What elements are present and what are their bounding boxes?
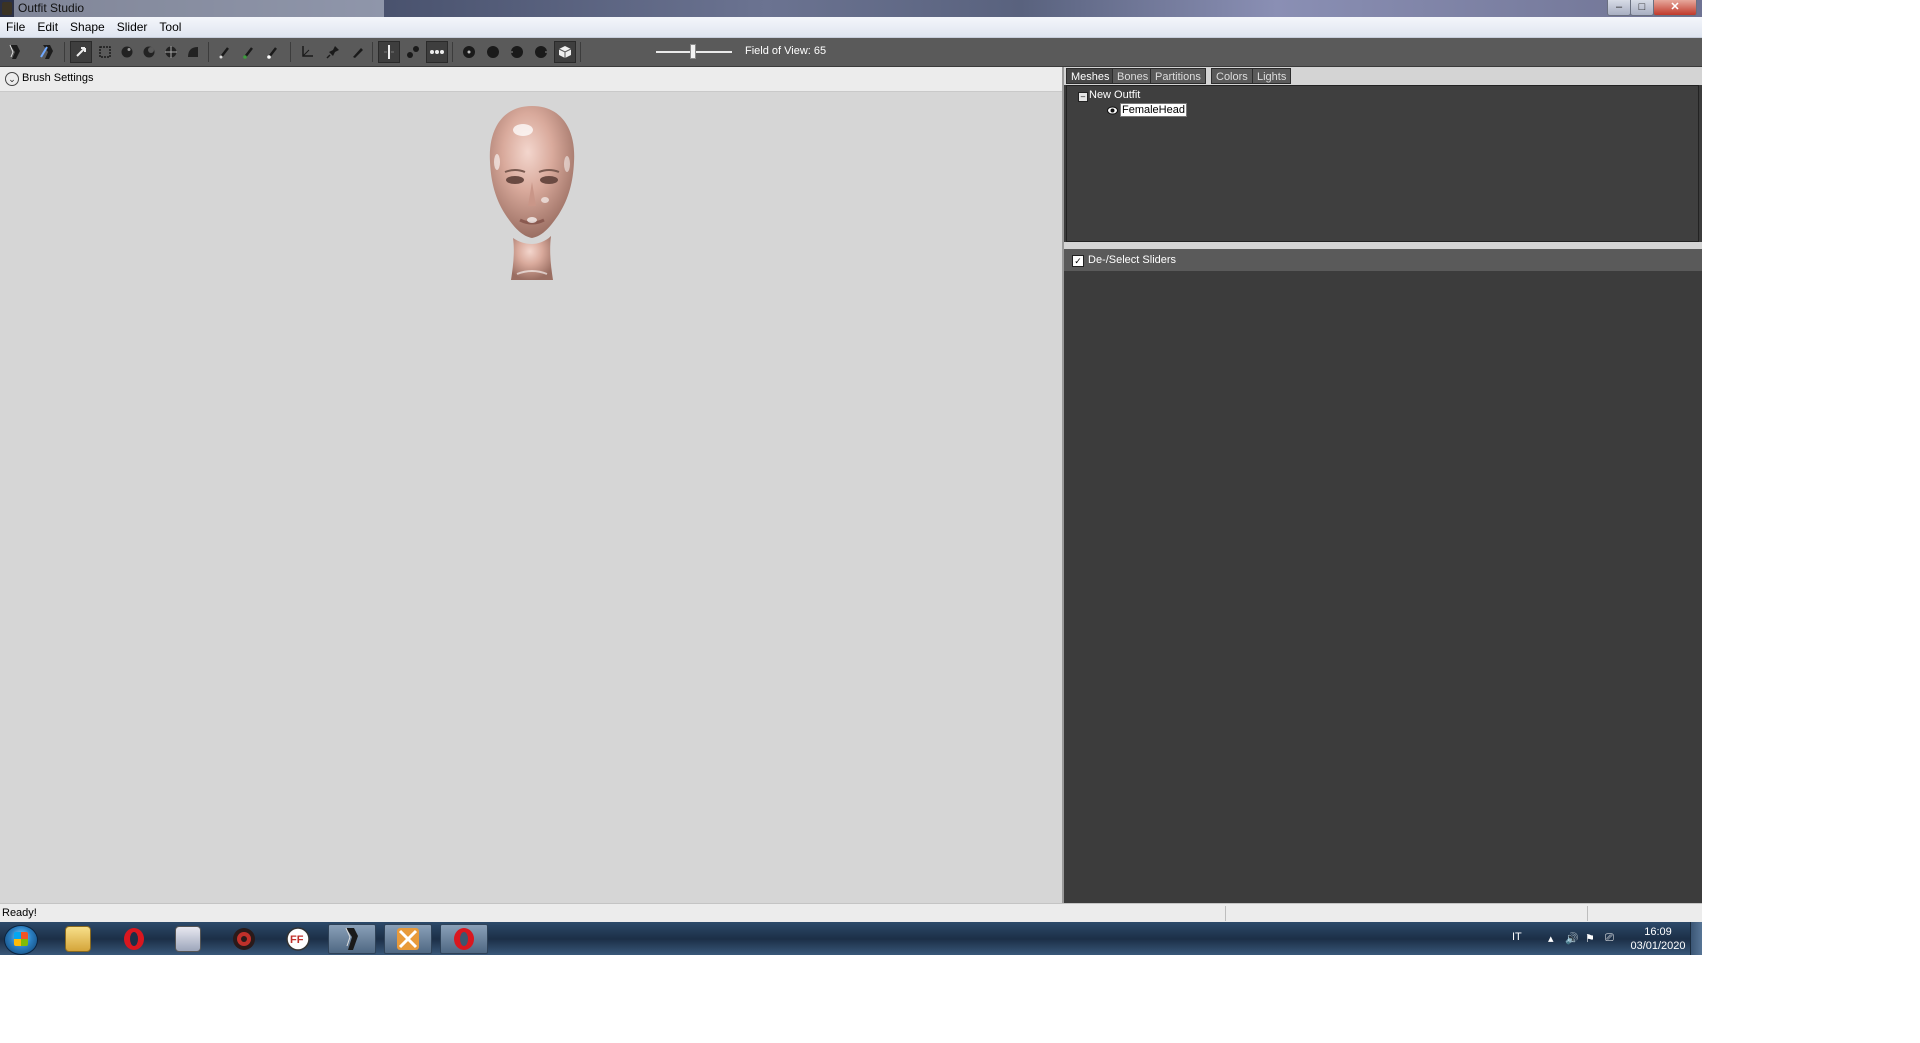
ffdec-icon[interactable]: FF bbox=[274, 924, 322, 954]
arrow-select-icon[interactable] bbox=[70, 41, 92, 63]
toolbar-separator bbox=[372, 42, 373, 62]
toolbar-separator bbox=[208, 42, 209, 62]
status-separator bbox=[1225, 906, 1226, 921]
windows-logo-icon bbox=[14, 932, 28, 946]
slider-header: ✓ De-/Select Sliders bbox=[1064, 249, 1702, 271]
edge-icon[interactable] bbox=[296, 41, 318, 63]
window-title: Outfit Studio bbox=[18, 1, 85, 15]
app-icon bbox=[2, 2, 12, 15]
menu-bar: File Edit Shape Slider Tool bbox=[0, 17, 1702, 38]
eye-icon[interactable] bbox=[1107, 105, 1118, 116]
panel-divider[interactable] bbox=[1064, 242, 1702, 249]
menu-file[interactable]: File bbox=[0, 17, 31, 37]
inflate-icon[interactable] bbox=[116, 41, 138, 63]
tray-language[interactable]: IT bbox=[1512, 931, 1522, 943]
female-head-model[interactable] bbox=[475, 102, 590, 282]
pin-icon[interactable] bbox=[322, 41, 344, 63]
select-icon[interactable] bbox=[4, 41, 26, 63]
tab-meshes[interactable]: Meshes bbox=[1066, 68, 1115, 84]
right-panel: Meshes Bones Partitions Colors Lights – … bbox=[1064, 67, 1702, 903]
3d-viewport[interactable]: ⌄ Brush Settings bbox=[0, 67, 1062, 903]
opera-red-icon[interactable] bbox=[440, 924, 488, 954]
toolbar-separator bbox=[290, 42, 291, 62]
tray-arrow-icon[interactable]: ▴ bbox=[1548, 932, 1554, 945]
show-desktop-button[interactable] bbox=[1690, 922, 1702, 955]
vortex-icon[interactable] bbox=[384, 924, 432, 954]
opera-icon[interactable] bbox=[110, 924, 158, 954]
fov-slider-thumb[interactable] bbox=[690, 44, 696, 59]
deselect-sliders-label[interactable]: De-/Select Sliders bbox=[1088, 254, 1176, 266]
outfit-studio-icon[interactable] bbox=[328, 924, 376, 954]
tab-lights[interactable]: Lights bbox=[1252, 68, 1292, 84]
menu-tool[interactable]: Tool bbox=[153, 17, 187, 37]
tab-colors[interactable]: Colors bbox=[1211, 68, 1253, 84]
tree-item-femalehead[interactable]: FemaleHead bbox=[1120, 103, 1187, 117]
tab-bones[interactable]: Bones bbox=[1112, 68, 1154, 84]
weight-paint-icon[interactable] bbox=[238, 41, 260, 63]
explorer-icon[interactable] bbox=[54, 924, 102, 954]
points-icon[interactable] bbox=[426, 41, 448, 63]
brush-icon[interactable] bbox=[214, 41, 236, 63]
status-text: Ready! bbox=[2, 907, 37, 919]
status-bar: Ready! bbox=[0, 903, 1702, 923]
panel-tabs: Meshes Bones Partitions Colors Lights bbox=[1064, 67, 1702, 85]
close-button[interactable]: ✕ bbox=[1653, 0, 1697, 16]
network-icon[interactable]: ⎚ bbox=[1605, 932, 1614, 945]
mask-icon[interactable] bbox=[94, 41, 116, 63]
toolbar-separator bbox=[452, 42, 453, 62]
menu-shape[interactable]: Shape bbox=[64, 17, 111, 37]
minimize-button[interactable]: – bbox=[1607, 0, 1631, 16]
clock-date[interactable]: 03/01/2020 bbox=[1622, 940, 1694, 952]
sphere2-icon[interactable] bbox=[482, 41, 504, 63]
move-icon[interactable] bbox=[160, 41, 182, 63]
taskbar: FF IT ▴ 🔊 ⚑ ⎚ 16:09 03/01/2020 bbox=[0, 922, 1702, 955]
cube-icon[interactable] bbox=[554, 41, 576, 63]
mesh-tree: – New Outfit FemaleHead bbox=[1066, 85, 1699, 242]
color-paint-icon[interactable] bbox=[262, 41, 284, 63]
smooth-icon[interactable] bbox=[182, 41, 204, 63]
settings-icon[interactable] bbox=[220, 924, 268, 954]
sphere4-icon[interactable] bbox=[530, 41, 552, 63]
tree-root-outfit[interactable]: New Outfit bbox=[1089, 89, 1140, 101]
connected-icon[interactable] bbox=[402, 41, 424, 63]
toolbar-separator bbox=[580, 42, 581, 62]
deflate-icon[interactable] bbox=[138, 41, 160, 63]
transform-icon[interactable] bbox=[36, 41, 58, 63]
tree-collapse-icon[interactable]: – bbox=[1078, 92, 1088, 102]
menu-edit[interactable]: Edit bbox=[31, 17, 64, 37]
toolbar: Field of View: 65 bbox=[0, 38, 1702, 67]
maximize-button[interactable]: □ bbox=[1630, 0, 1654, 16]
deselect-sliders-checkbox[interactable]: ✓ bbox=[1072, 255, 1084, 267]
speaker-icon[interactable]: 🔊 bbox=[1565, 932, 1579, 945]
outfit-studio-window: Outfit Studio – □ ✕ File Edit Shape Slider T… bbox=[0, 0, 1702, 955]
flag-icon[interactable]: ⚑ bbox=[1585, 932, 1595, 945]
server-icon[interactable] bbox=[164, 924, 212, 954]
fov-label: Field of View: 65 bbox=[745, 45, 827, 57]
tab-partitions[interactable]: Partitions bbox=[1150, 68, 1206, 84]
brush-settings-label[interactable]: Brush Settings bbox=[22, 72, 94, 84]
clock-time[interactable]: 16:09 bbox=[1628, 926, 1688, 938]
pen-icon[interactable] bbox=[346, 41, 368, 63]
status-separator bbox=[1587, 906, 1588, 921]
mirror-icon[interactable] bbox=[378, 41, 400, 63]
chevron-down-icon[interactable]: ⌄ bbox=[5, 72, 19, 86]
slider-list bbox=[1064, 271, 1702, 903]
brush-settings-bar[interactable]: ⌄ Brush Settings bbox=[0, 67, 1062, 92]
toolbar-separator bbox=[64, 42, 65, 62]
sphere3-icon[interactable] bbox=[506, 41, 528, 63]
sphere1-icon[interactable] bbox=[458, 41, 480, 63]
start-button[interactable] bbox=[4, 925, 38, 955]
svg-text:FF: FF bbox=[290, 934, 304, 946]
menu-slider[interactable]: Slider bbox=[111, 17, 154, 37]
title-bar: Outfit Studio – □ ✕ bbox=[0, 0, 1702, 17]
